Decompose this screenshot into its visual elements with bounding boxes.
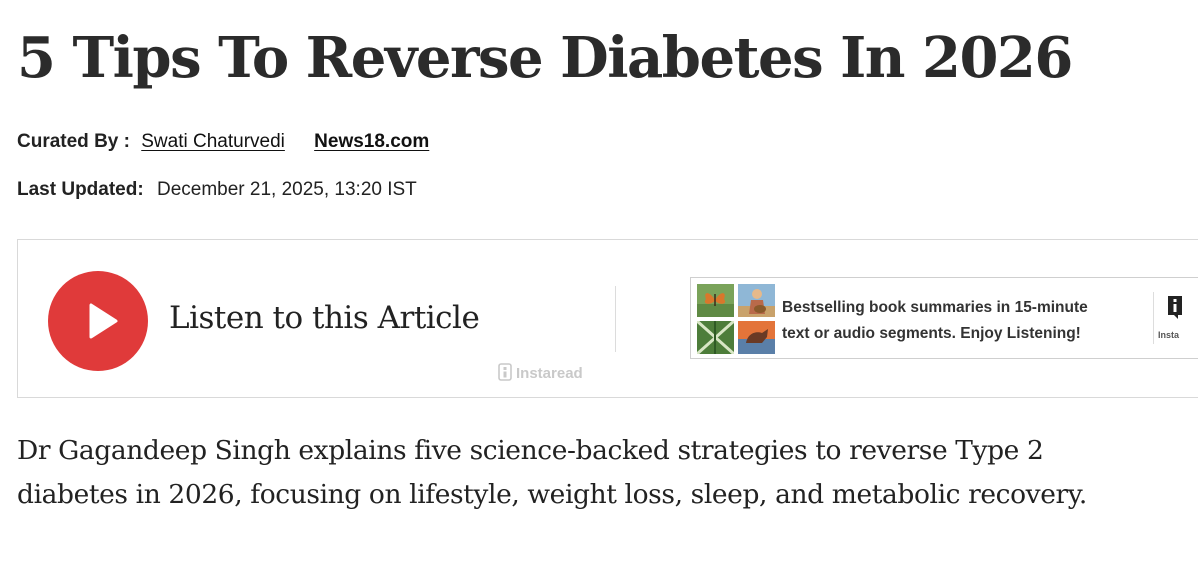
last-updated: Last Updated: December 21, 2025, 13:20 I… bbox=[17, 179, 417, 201]
divider bbox=[615, 286, 616, 352]
curated-by-label: Curated By : bbox=[17, 131, 130, 152]
instaread-branding[interactable]: Instaread bbox=[498, 363, 583, 382]
ad-divider bbox=[1153, 292, 1154, 344]
article-headline: 5 Tips To Reverse Diabetes In 2026 bbox=[17, 25, 1073, 91]
byline: Curated By : Swati Chaturvedi News18.com bbox=[17, 131, 429, 153]
ad-copy: Bestselling book summaries in 15-minute … bbox=[782, 295, 1088, 347]
butterfly-thumbnail-icon bbox=[697, 284, 734, 317]
instaread-label: Instaread bbox=[516, 365, 583, 382]
play-button[interactable] bbox=[48, 271, 148, 371]
leaves-thumbnail-icon bbox=[697, 321, 734, 354]
last-updated-label: Last Updated: bbox=[17, 179, 144, 200]
instaread-logo-icon bbox=[1168, 296, 1182, 319]
ad-thumbnails bbox=[697, 284, 777, 354]
instaread-logo-icon bbox=[498, 363, 512, 381]
author-link[interactable]: Swati Chaturvedi bbox=[141, 131, 285, 152]
play-icon bbox=[89, 303, 118, 339]
source-link[interactable]: News18.com bbox=[314, 131, 429, 152]
audio-player: Listen to this Article Instaread Bestsel… bbox=[17, 239, 1198, 398]
guitar-player-thumbnail-icon bbox=[738, 284, 775, 317]
horse-thumbnail-icon bbox=[738, 321, 775, 354]
ad-line-1: Bestselling book summaries in 15-minute bbox=[782, 299, 1088, 316]
ad-banner[interactable]: Bestselling book summaries in 15-minute … bbox=[690, 277, 1198, 359]
listen-label[interactable]: Listen to this Article bbox=[169, 300, 480, 336]
last-updated-value: December 21, 2025, 13:20 IST bbox=[156, 179, 417, 200]
ad-logo-text: Insta bbox=[1158, 330, 1180, 340]
ad-line-2: text or audio segments. Enjoy Listening! bbox=[782, 325, 1081, 342]
article-summary: Dr Gagandeep Singh explains five science… bbox=[17, 435, 1087, 510]
